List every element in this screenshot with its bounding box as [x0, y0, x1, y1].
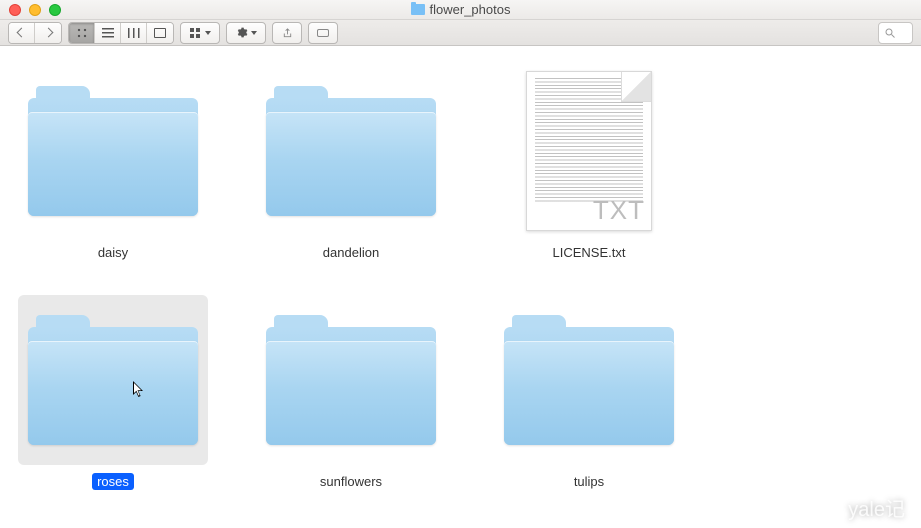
folder-icon: [504, 315, 674, 445]
toolbar: [0, 20, 921, 46]
icon-view-button[interactable]: [69, 23, 95, 43]
window-title: flower_photos: [0, 2, 921, 17]
view-mode-group: [68, 22, 174, 44]
file-item-dandelion[interactable]: dandelion: [256, 64, 446, 263]
item-label: roses: [92, 473, 134, 490]
search-field[interactable]: [878, 22, 913, 44]
item-label: LICENSE.txt: [548, 244, 631, 261]
arrange-button[interactable]: [180, 22, 220, 44]
watermark: yale记: [812, 493, 905, 522]
folder-icon: [28, 315, 198, 445]
item-label: sunflowers: [315, 473, 387, 490]
gear-icon: [235, 26, 248, 39]
share-icon: [282, 27, 293, 39]
file-item-daisy[interactable]: daisy: [18, 64, 208, 263]
action-button[interactable]: [226, 22, 266, 44]
wechat-icon: [812, 495, 840, 521]
grid-icon: [76, 27, 88, 39]
item-label: dandelion: [318, 244, 384, 261]
forward-button[interactable]: [35, 23, 61, 43]
item-icon-wrap: [494, 295, 684, 465]
back-button[interactable]: [9, 23, 35, 43]
item-icon-wrap: [18, 295, 208, 465]
zoom-window-button[interactable]: [49, 4, 61, 16]
file-item-roses[interactable]: roses: [18, 293, 208, 492]
gallery-icon: [154, 28, 166, 38]
item-label: daisy: [93, 244, 133, 261]
window-title-text: flower_photos: [430, 2, 511, 17]
arrange-icon: [190, 28, 202, 38]
minimize-window-button[interactable]: [29, 4, 41, 16]
chevron-right-icon: [43, 28, 53, 38]
file-extension-label: TXT: [593, 195, 645, 226]
tag-icon: [317, 29, 329, 37]
watermark-text: yale记: [848, 493, 905, 522]
item-label: tulips: [569, 473, 609, 490]
columns-icon: [128, 28, 140, 38]
titlebar: flower_photos: [0, 0, 921, 20]
item-icon-wrap: [18, 66, 208, 236]
chevron-down-icon: [251, 31, 257, 35]
column-view-button[interactable]: [121, 23, 147, 43]
tags-button[interactable]: [308, 22, 338, 44]
chevron-down-icon: [205, 31, 211, 35]
item-icon-wrap: [256, 295, 446, 465]
folder-icon: [411, 4, 425, 15]
close-window-button[interactable]: [9, 4, 21, 16]
item-icon-wrap: [256, 66, 446, 236]
list-view-button[interactable]: [95, 23, 121, 43]
file-grid[interactable]: daisy dandelion TXT LICENSE.txt roses sunflow…: [0, 46, 921, 510]
list-icon: [102, 28, 114, 38]
gallery-view-button[interactable]: [147, 23, 173, 43]
folder-icon: [266, 86, 436, 216]
folder-icon: [266, 315, 436, 445]
nav-group: [8, 22, 62, 44]
file-item-tulips[interactable]: tulips: [494, 293, 684, 492]
search-icon: [884, 27, 896, 39]
share-button[interactable]: [272, 22, 302, 44]
window-controls: [0, 4, 61, 16]
text-file-icon: TXT: [526, 71, 652, 231]
chevron-left-icon: [17, 28, 27, 38]
folder-icon: [28, 86, 198, 216]
file-item-LICENSE-txt[interactable]: TXT LICENSE.txt: [494, 64, 684, 263]
file-item-sunflowers[interactable]: sunflowers: [256, 293, 446, 492]
item-icon-wrap: TXT: [494, 66, 684, 236]
